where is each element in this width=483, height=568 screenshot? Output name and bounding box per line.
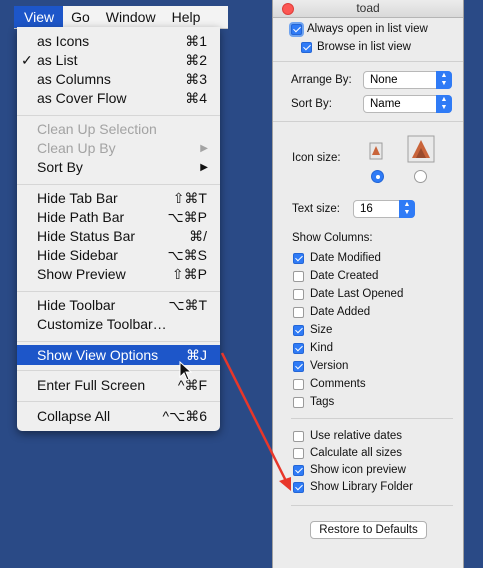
annotation-layer [179, 352, 291, 491]
mouse-cursor-icon [179, 360, 193, 381]
red-arrow-annotation [220, 352, 291, 491]
